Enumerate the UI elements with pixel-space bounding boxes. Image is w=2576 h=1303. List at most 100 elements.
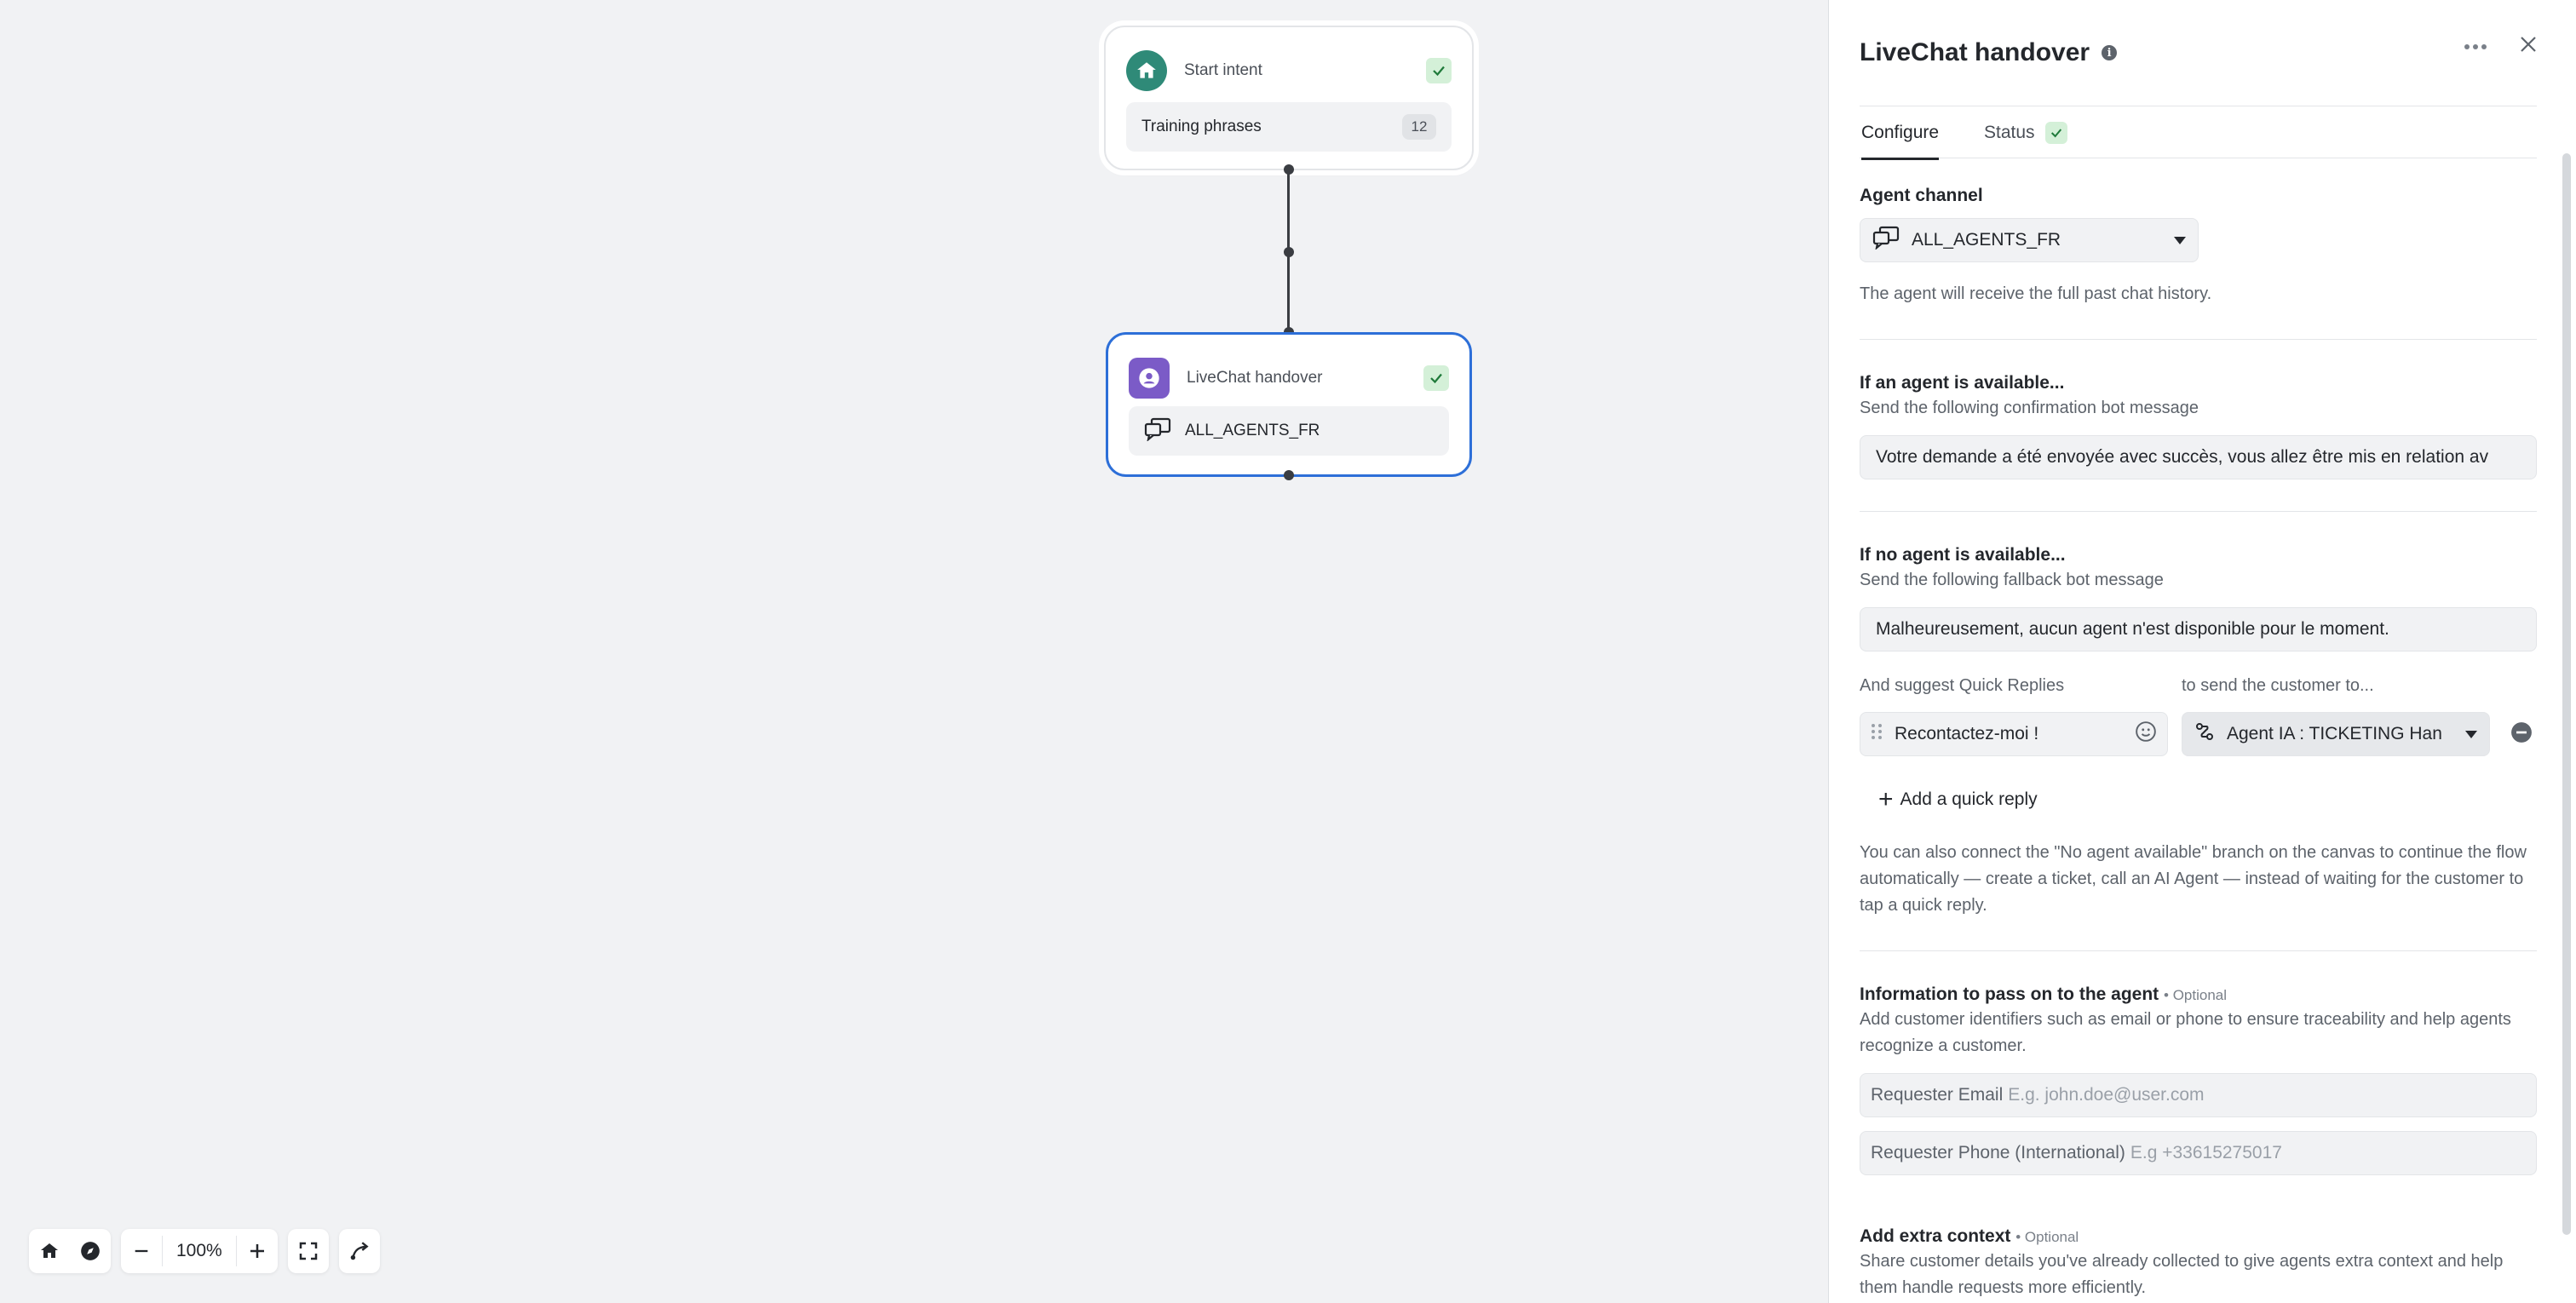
- fallback-message-input[interactable]: Malheureusement, aucun agent n'est dispo…: [1860, 607, 2537, 652]
- caret-down-icon: [2174, 236, 2186, 244]
- fit-view-button[interactable]: [288, 1229, 329, 1273]
- requester-email-label: Requester Email: [1871, 1085, 2004, 1105]
- optional-tag: • Optional: [2164, 987, 2228, 1003]
- agent-channel-value: ALL_AGENTS_FR: [1912, 230, 2061, 250]
- flow-branch-icon: [2194, 721, 2215, 747]
- fit-group: [287, 1229, 329, 1273]
- check-icon: [1423, 365, 1449, 391]
- agent-channel-helper: The agent will receive the full past cha…: [1860, 284, 2212, 303]
- config-panel: LiveChat handover i Configure Status Age…: [1828, 0, 2576, 1303]
- flow-canvas[interactable]: Start intent Training phrases 12 LiveCha…: [0, 0, 1830, 1303]
- requester-phone-input[interactable]: Requester Phone (International) E.g +336…: [1860, 1131, 2537, 1175]
- panel-scrollbar[interactable]: [2562, 153, 2571, 1235]
- start-intent-node[interactable]: Start intent Training phrases 12: [1104, 26, 1474, 170]
- livechat-handover-node[interactable]: LiveChat handover ALL_AGENTS_FR: [1106, 332, 1472, 477]
- tab-status-label: Status: [1984, 123, 2035, 142]
- connector-midpoint[interactable]: [1284, 247, 1294, 257]
- home-icon: [1126, 50, 1167, 91]
- agent-channel-heading: Agent channel: [1860, 186, 1983, 205]
- training-phrases-label: Training phrases: [1141, 118, 1262, 135]
- node-header: LiveChat handover: [1129, 357, 1449, 399]
- training-phrases-count: 12: [1402, 114, 1436, 140]
- canvas-toolbar: 100%: [29, 1229, 380, 1273]
- divider: [1860, 950, 2537, 951]
- divider: [1860, 339, 2537, 340]
- drag-handle-icon[interactable]: [1871, 722, 1883, 746]
- zoom-level: 100%: [162, 1236, 237, 1266]
- add-quick-reply-section: + Add a quick reply: [1878, 787, 2537, 812]
- zoom-out-button[interactable]: [121, 1229, 162, 1273]
- panel-actions: [2464, 36, 2537, 57]
- no-agent-section: If no agent is available... Send the fol…: [1860, 545, 2537, 652]
- extra-context-heading: Add extra context • Optional: [1860, 1226, 2537, 1247]
- compass-button[interactable]: [70, 1229, 111, 1273]
- quick-replies-labels: And suggest Quick Replies to send the cu…: [1860, 673, 2537, 699]
- agent-channel-section: Agent channel ALL_AGENTS_FR The agent wi…: [1860, 186, 2537, 307]
- connect-arrow-icon: [350, 1242, 369, 1260]
- node-header: Start intent: [1126, 49, 1452, 92]
- send-to-label: to send the customer to...: [2182, 676, 2374, 695]
- chat-bubbles-icon: [1144, 417, 1171, 445]
- panel-header: LiveChat handover i: [1860, 0, 2537, 106]
- quick-reply-destination-select[interactable]: Agent IA : TICKETING Han: [2182, 712, 2490, 756]
- quick-reply-row: Recontactez-moi ! Agent IA : TICKETING H…: [1860, 712, 2537, 756]
- caret-down-icon: [2465, 730, 2477, 738]
- minus-icon: [135, 1249, 148, 1253]
- node-title: Start intent: [1184, 61, 1262, 79]
- agent-icon: [1129, 358, 1170, 399]
- tab-configure[interactable]: Configure: [1861, 106, 1940, 160]
- no-agent-helper-section: You can also connect the "No agent avail…: [1860, 840, 2537, 919]
- info-to-agent-helper: Add customer identifiers such as email o…: [1860, 1010, 2511, 1055]
- nav-group: [29, 1229, 111, 1273]
- home-button[interactable]: [29, 1229, 70, 1273]
- agent-available-section: If an agent is available... Send the fol…: [1860, 373, 2537, 479]
- close-icon[interactable]: [2520, 36, 2537, 57]
- zoom-in-button[interactable]: [237, 1229, 278, 1273]
- optional-tag: • Optional: [2015, 1229, 2079, 1245]
- extra-context-title: Add extra context: [1860, 1226, 2011, 1246]
- quick-reply-text: Recontactez-moi !: [1895, 724, 2039, 743]
- chat-bubbles-icon: [1872, 226, 1900, 255]
- info-icon[interactable]: i: [2102, 45, 2118, 60]
- plus-icon: [250, 1244, 264, 1258]
- panel-content: LiveChat handover i Configure Status Age…: [1860, 0, 2537, 1297]
- agent-available-sub: Send the following confirmation bot mess…: [1860, 399, 2199, 417]
- confirmation-message-input[interactable]: Votre demande a été envoyée avec succès,…: [1860, 435, 2537, 479]
- fullscreen-icon: [299, 1242, 317, 1260]
- no-agent-helper: You can also connect the "No agent avail…: [1860, 843, 2527, 915]
- extra-context-helper: Share customer details you've already co…: [1860, 1252, 2504, 1297]
- add-quick-reply-button[interactable]: + Add a quick reply: [1878, 787, 2537, 812]
- layout-group: [338, 1229, 380, 1273]
- no-agent-sub: Send the following fallback bot message: [1860, 571, 2164, 589]
- requester-phone-placeholder: E.g +33615275017: [2130, 1143, 2282, 1162]
- check-icon: [1426, 58, 1452, 83]
- info-to-agent-heading: Information to pass on to the agent • Op…: [1860, 984, 2537, 1005]
- divider: [1860, 511, 2537, 512]
- info-to-agent-title: Information to pass on to the agent: [1860, 984, 2159, 1004]
- home-icon: [41, 1243, 58, 1258]
- info-to-agent-section: Information to pass on to the agent • Op…: [1860, 984, 2537, 1175]
- agent-channel-select[interactable]: ALL_AGENTS_FR: [1860, 218, 2199, 262]
- requester-email-input[interactable]: Requester Email E.g. john.doe@user.com: [1860, 1073, 2537, 1117]
- no-agent-heading: If no agent is available...: [1860, 545, 2066, 565]
- zoom-group: 100%: [121, 1229, 278, 1273]
- destination-value: Agent IA : TICKETING Han: [2227, 724, 2442, 743]
- add-quick-reply-label: Add a quick reply: [1900, 789, 2038, 809]
- quick-replies-label: And suggest Quick Replies: [1860, 676, 2065, 695]
- agent-available-heading: If an agent is available...: [1860, 373, 2065, 393]
- panel-tabs: Configure Status: [1860, 106, 2537, 160]
- requester-email-placeholder: E.g. john.doe@user.com: [2008, 1085, 2205, 1105]
- agent-channel-label: ALL_AGENTS_FR: [1185, 422, 1320, 439]
- connector-handle[interactable]: [1284, 470, 1294, 480]
- agent-channel-row[interactable]: ALL_AGENTS_FR: [1129, 406, 1449, 456]
- more-options-icon[interactable]: [2464, 39, 2487, 55]
- auto-layout-button[interactable]: [339, 1229, 380, 1273]
- compass-icon: [81, 1242, 100, 1260]
- emoji-icon[interactable]: [2135, 720, 2157, 748]
- quick-reply-input[interactable]: Recontactez-moi !: [1860, 712, 2168, 756]
- training-phrases-row[interactable]: Training phrases 12: [1126, 102, 1452, 152]
- tab-status[interactable]: Status: [1984, 106, 2067, 159]
- remove-circle-icon[interactable]: [2510, 721, 2533, 748]
- panel-title: LiveChat handover: [1860, 38, 2090, 66]
- plus-icon: +: [1878, 785, 1894, 813]
